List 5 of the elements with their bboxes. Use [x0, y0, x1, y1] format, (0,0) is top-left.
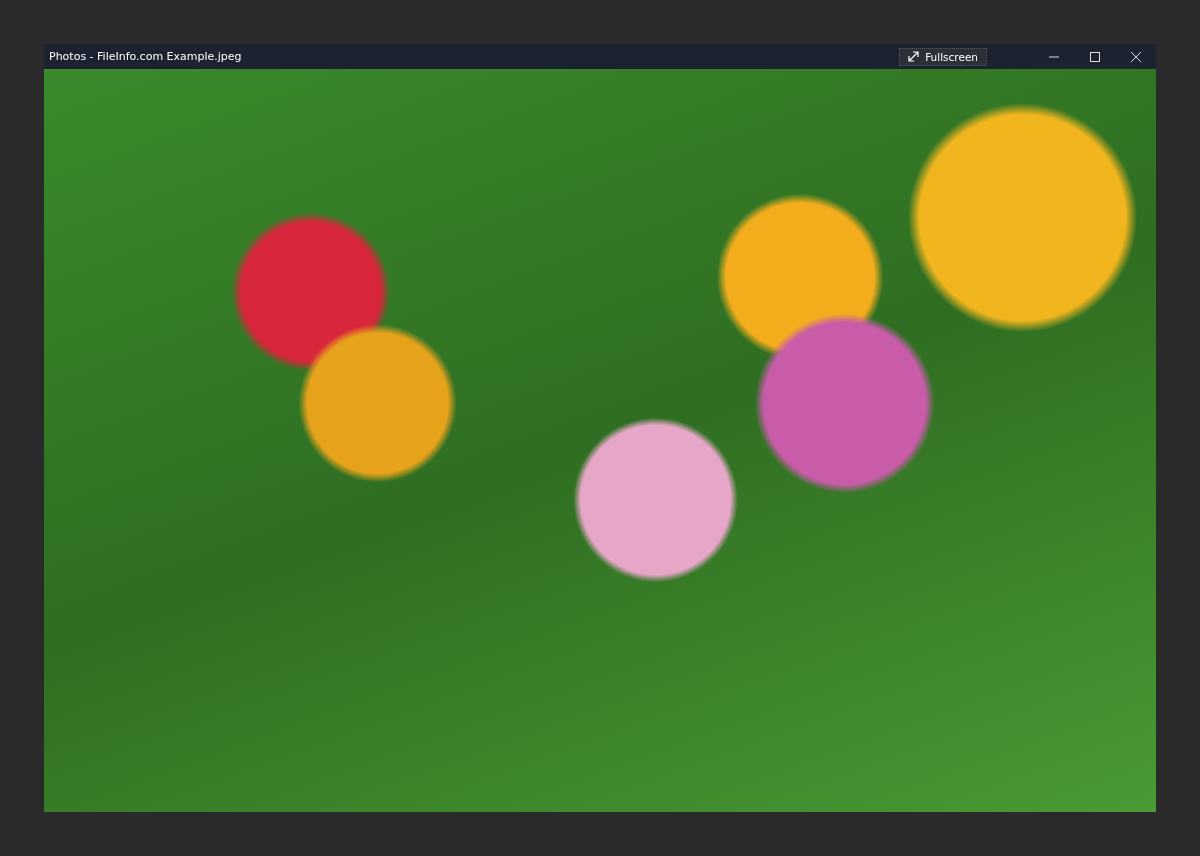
fullscreen-button[interactable]: Fullscreen — [899, 47, 987, 66]
window-title: Photos - FileInfo.com Example.jpeg — [49, 50, 242, 63]
close-icon — [1130, 51, 1141, 62]
expand-arrow-icon — [908, 51, 920, 62]
maximize-icon — [1089, 51, 1100, 62]
